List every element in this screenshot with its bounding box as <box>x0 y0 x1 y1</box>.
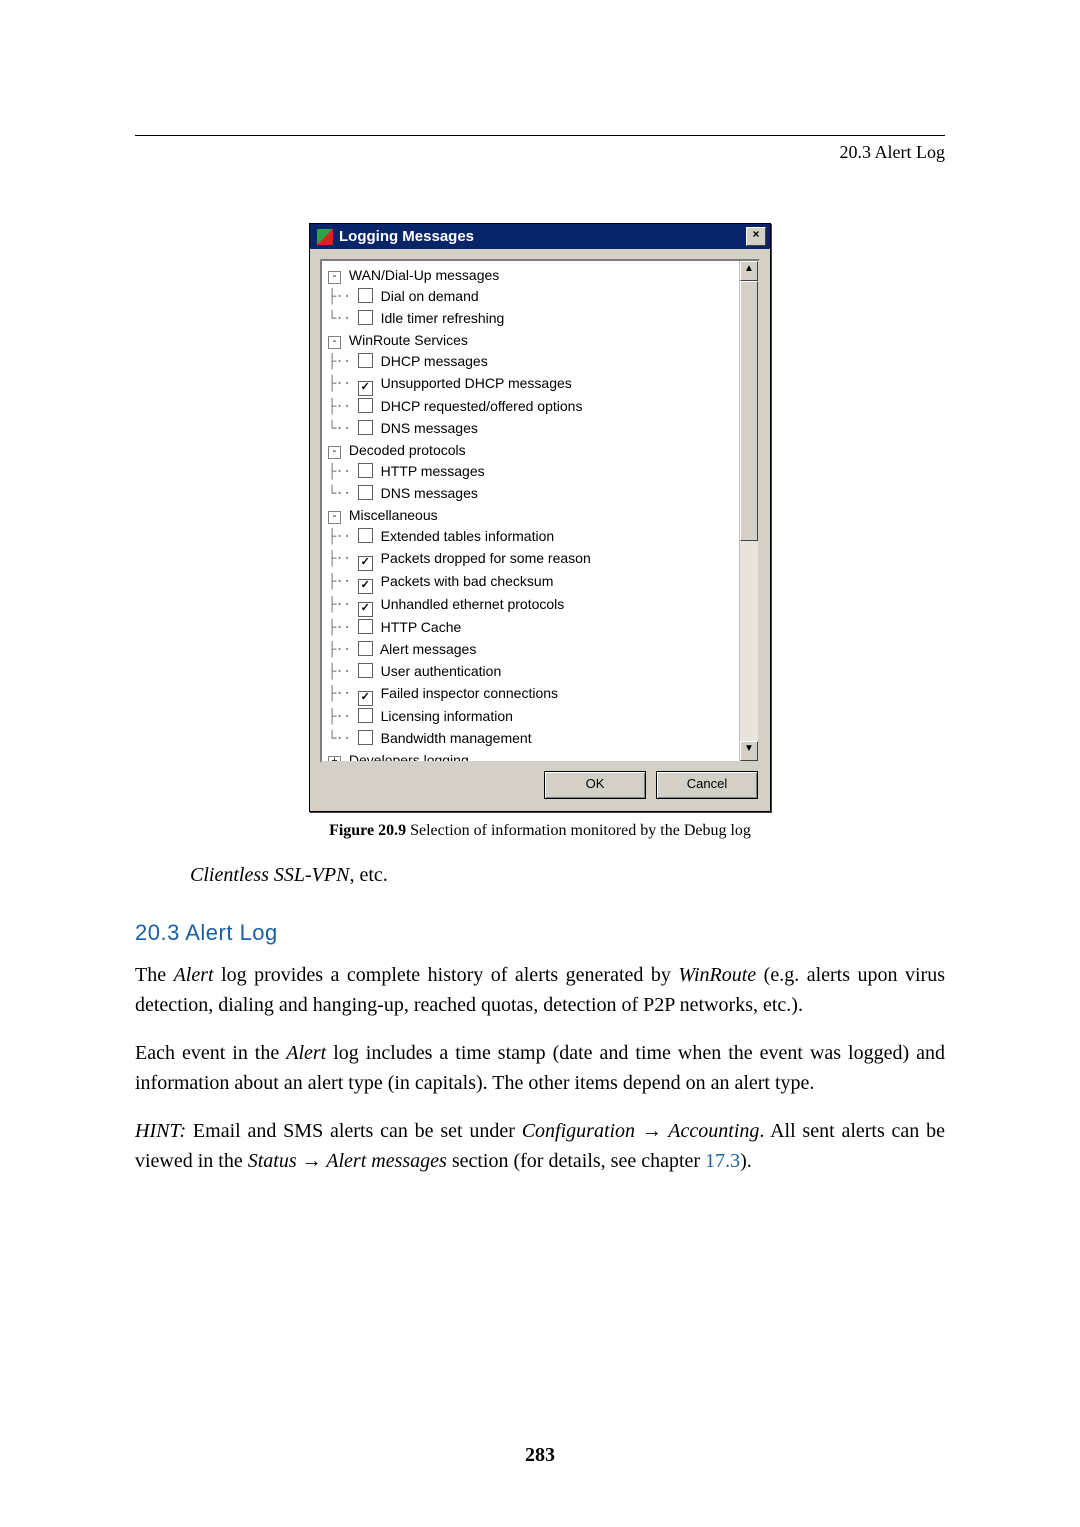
group-label[interactable]: Decoded protocols <box>345 442 466 458</box>
group-label[interactable]: WAN/Dial-Up messages <box>345 267 499 283</box>
message-tree[interactable]: - WAN/Dial-Up messages ├·· Dial on deman… <box>322 261 739 761</box>
clientless-term: Clientless SSL-VPN <box>190 864 349 886</box>
chapter-link[interactable]: 17.3 <box>705 1150 740 1172</box>
para-3: HINT: Email and SMS alerts can be set un… <box>135 1116 945 1176</box>
tree-item-label[interactable]: User authentication <box>377 663 502 679</box>
checkbox[interactable] <box>358 663 373 678</box>
checkbox[interactable] <box>358 556 373 571</box>
tree-item-label[interactable]: HTTP messages <box>377 463 485 479</box>
tree-item-label[interactable]: Extended tables information <box>377 528 554 544</box>
checkbox[interactable] <box>358 730 373 745</box>
tree-item: ├·· DHCP messages <box>328 351 737 373</box>
checkbox[interactable] <box>358 691 373 706</box>
tree-item: ├·· HTTP messages <box>328 461 737 483</box>
scroll-down-button[interactable]: ▼ <box>740 741 758 761</box>
tree-item: ├·· Dial on demand <box>328 286 737 308</box>
logging-messages-dialog: Logging Messages × - WAN/Dial-Up message… <box>309 223 771 812</box>
tree-item-label[interactable]: Unhandled ethernet protocols <box>377 596 565 612</box>
app-icon <box>316 228 334 246</box>
tree-item-label[interactable]: DHCP messages <box>377 353 488 369</box>
para-1: The Alert log provides a complete histor… <box>135 960 945 1020</box>
clientless-line: Clientless SSL-VPN, etc. <box>190 860 945 890</box>
tree-item: └·· DNS messages <box>328 418 737 440</box>
tree-item: ├·· Unhandled ethernet protocols <box>328 594 737 617</box>
checkbox[interactable] <box>358 619 373 634</box>
tree-group: - Miscellaneous <box>328 505 737 526</box>
checkbox[interactable] <box>358 398 373 413</box>
checkbox[interactable] <box>358 602 373 617</box>
tree-item-label[interactable]: DHCP requested/offered options <box>377 398 583 414</box>
tree-item-label[interactable]: Dial on demand <box>377 288 479 304</box>
checkbox[interactable] <box>358 641 373 656</box>
figure-text: Selection of information monitored by th… <box>406 822 751 839</box>
checkbox[interactable] <box>358 579 373 594</box>
page-number: 283 <box>0 1444 1080 1467</box>
group-label[interactable]: Developers logging <box>345 752 469 761</box>
tree-item-label[interactable]: Packets dropped for some reason <box>377 550 591 566</box>
scrollbar[interactable]: ▲ ▼ <box>739 261 758 761</box>
section-heading: 20.3 Alert Log <box>135 920 945 946</box>
checkbox[interactable] <box>358 310 373 325</box>
tree-item-label[interactable]: Unsupported DHCP messages <box>377 375 572 391</box>
group-label[interactable]: WinRoute Services <box>345 332 468 348</box>
tree-group: - WAN/Dial-Up messages <box>328 265 737 286</box>
tree-item: └·· Bandwidth management <box>328 728 737 750</box>
checkbox[interactable] <box>358 708 373 723</box>
tree-item: ├·· Failed inspector connections <box>328 683 737 706</box>
checkbox[interactable] <box>358 420 373 435</box>
collapse-icon[interactable]: - <box>328 446 341 459</box>
tree-group: + Developers logging <box>328 750 737 761</box>
tree-item: ├·· Packets with bad checksum <box>328 571 737 594</box>
figure-number: Figure 20.9 <box>329 822 406 839</box>
collapse-icon[interactable]: - <box>328 271 341 284</box>
tree-item-label[interactable]: Idle timer refreshing <box>377 310 505 326</box>
tree-item-label[interactable]: HTTP Cache <box>377 619 462 635</box>
collapse-icon[interactable]: - <box>328 336 341 349</box>
tree-item-label[interactable]: DNS messages <box>377 420 478 436</box>
tree-item-label[interactable]: Licensing information <box>377 708 513 724</box>
tree-item: ├·· Licensing information <box>328 706 737 728</box>
tree-item-label[interactable]: Alert messages <box>377 641 477 657</box>
tree-item-label[interactable]: Packets with bad checksum <box>377 573 554 589</box>
tree-item-label[interactable]: DNS messages <box>377 485 478 501</box>
dialog-titlebar: Logging Messages × <box>310 224 770 249</box>
checkbox[interactable] <box>358 381 373 396</box>
tree-item: ├·· Alert messages <box>328 639 737 661</box>
tree-item: ├·· DHCP requested/offered options <box>328 396 737 418</box>
tree-item-label[interactable]: Failed inspector connections <box>377 685 558 701</box>
tree-item: ├·· Extended tables information <box>328 526 737 548</box>
tree-item: ├·· Unsupported DHCP messages <box>328 373 737 396</box>
cancel-button[interactable]: Cancel <box>656 771 758 799</box>
checkbox[interactable] <box>358 463 373 478</box>
tree-group: - WinRoute Services <box>328 330 737 351</box>
group-label[interactable]: Miscellaneous <box>345 507 438 523</box>
running-head: 20.3 Alert Log <box>135 142 945 163</box>
expand-icon[interactable]: + <box>328 756 341 761</box>
scroll-up-button[interactable]: ▲ <box>740 261 758 281</box>
tree-item-label[interactable]: Bandwidth management <box>377 730 532 746</box>
tree-item: └·· DNS messages <box>328 483 737 505</box>
ok-button[interactable]: OK <box>544 771 646 799</box>
tree-item: ├·· User authentication <box>328 661 737 683</box>
scroll-thumb[interactable] <box>740 281 758 541</box>
checkbox[interactable] <box>358 353 373 368</box>
para-2: Each event in the Alert log includes a t… <box>135 1038 945 1098</box>
scroll-track[interactable] <box>740 281 758 741</box>
figure-caption: Figure 20.9 Selection of information mon… <box>135 822 945 840</box>
close-button[interactable]: × <box>746 227 766 246</box>
tree-item: └·· Idle timer refreshing <box>328 308 737 330</box>
clientless-suffix: , etc. <box>349 864 387 886</box>
tree-item: ├·· HTTP Cache <box>328 617 737 639</box>
checkbox[interactable] <box>358 528 373 543</box>
tree-group: - Decoded protocols <box>328 440 737 461</box>
tree-item: ├·· Packets dropped for some reason <box>328 548 737 571</box>
checkbox[interactable] <box>358 485 373 500</box>
checkbox[interactable] <box>358 288 373 303</box>
collapse-icon[interactable]: - <box>328 511 341 524</box>
dialog-title: Logging Messages <box>339 228 746 245</box>
